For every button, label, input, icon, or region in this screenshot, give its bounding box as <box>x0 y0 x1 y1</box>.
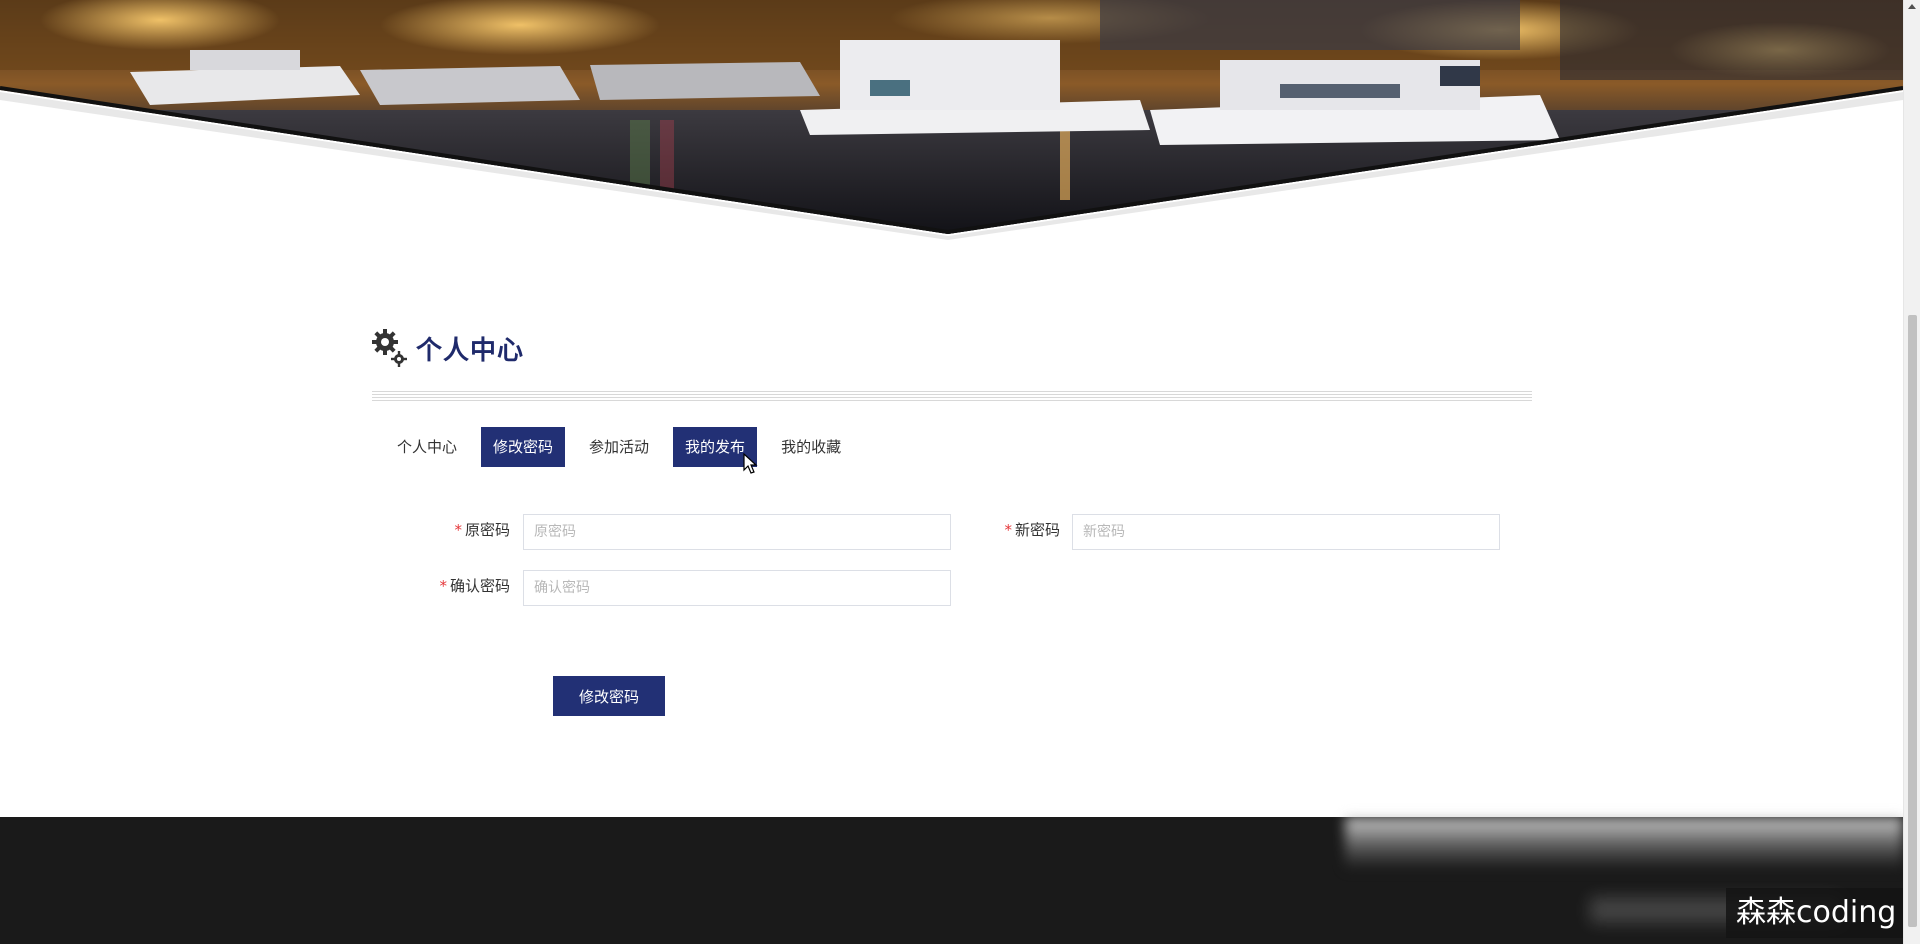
required-mark: * <box>439 577 447 595</box>
hero-banner <box>0 0 1903 240</box>
scroll-up-icon[interactable] <box>1908 4 1916 9</box>
old-password-label: * 原密码 <box>440 512 510 548</box>
footer <box>0 817 1903 944</box>
old-password-input[interactable] <box>523 514 951 550</box>
tab-change-password[interactable]: 修改密码 <box>481 427 566 467</box>
page-scrollbar[interactable] <box>1903 0 1920 944</box>
watermark: 森森coding <box>1726 888 1907 938</box>
required-mark: * <box>454 521 462 539</box>
personal-center-section: 个人中心 <box>372 325 1532 401</box>
page-title: 个人中心 <box>416 335 525 366</box>
confirm-password-label: * 确认密码 <box>420 568 510 604</box>
gear-icon <box>372 329 407 367</box>
tab-personal-center[interactable]: 个人中心 <box>385 427 469 467</box>
confirm-password-input[interactable] <box>523 570 951 606</box>
title-row: 个人中心 <box>372 325 1532 371</box>
new-password-label: * 新密码 <box>990 512 1060 548</box>
tab-my-favorites[interactable]: 我的收藏 <box>769 427 853 467</box>
new-password-input[interactable] <box>1072 514 1500 550</box>
tab-join-activity[interactable]: 参加活动 <box>577 427 661 467</box>
tab-bar: 个人中心 修改密码 参加活动 我的发布 我的收藏 <box>385 427 865 467</box>
title-divider <box>372 391 1532 401</box>
marina-banner-image <box>0 0 1903 240</box>
scroll-thumb[interactable] <box>1908 315 1917 927</box>
old-password-label-text: 原密码 <box>464 521 510 539</box>
page: 个人中心 个人中心 修改密码 参加活动 我的发布 我的收藏 * 原密码 * 新密码 … <box>0 0 1920 944</box>
confirm-password-label-text: 确认密码 <box>449 577 510 595</box>
footer-blurred-panel <box>1345 817 1903 869</box>
new-password-label-text: 新密码 <box>1014 521 1060 539</box>
mouse-cursor-icon <box>743 453 758 474</box>
required-mark: * <box>1004 521 1012 539</box>
change-password-button[interactable]: 修改密码 <box>553 676 665 716</box>
